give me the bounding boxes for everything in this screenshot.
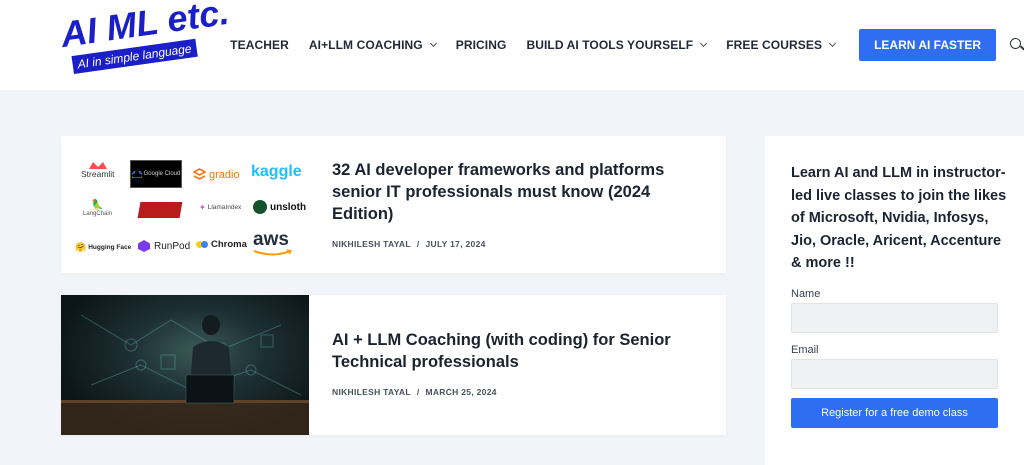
runpod-logo-text: RunPod <box>154 240 191 252</box>
red-brand-logo <box>137 202 183 218</box>
chevron-down-icon <box>429 39 437 48</box>
streamlit-logo: Streamlit <box>81 160 115 179</box>
aws-logo: aws <box>253 230 293 257</box>
email-label: Email <box>791 344 819 356</box>
google-cloud-logo-text: Google Cloud <box>143 171 181 177</box>
chevron-down-icon <box>700 39 708 48</box>
post-card: AI + LLM Coaching (with coding) for Seni… <box>61 295 726 435</box>
hugging-face-logo: 🤗 Hugging Face <box>75 242 131 253</box>
nav-free-courses-label: FREE COURSES <box>726 38 823 52</box>
nav-teacher[interactable]: TEACHER <box>230 38 289 52</box>
unsloth-logo-text: unsloth <box>270 201 307 213</box>
streamlit-logo-text: Streamlit <box>81 169 115 179</box>
nav-ai-llm-coaching[interactable]: AI+LLM COACHING <box>308 38 437 52</box>
nav-pricing-label: PRICING <box>455 38 507 52</box>
post-author[interactable]: NIKHILESH TAYAL <box>332 239 411 249</box>
name-label: Name <box>791 288 821 300</box>
hugging-face-logo-text: Hugging Face <box>88 244 132 251</box>
llamaindex-logo-text: LlamaIndex <box>207 204 242 211</box>
search-icon[interactable] <box>1010 38 1024 52</box>
kaggle-logo-text: kaggle <box>251 163 302 180</box>
nav-free-courses[interactable]: FREE COURSES <box>726 38 837 52</box>
post-date: JULY 17, 2024 <box>425 239 486 249</box>
post-meta: NIKHILESH TAYAL / MARCH 25, 2024 <box>332 387 696 397</box>
name-input[interactable] <box>791 303 998 333</box>
tech-network-illustration <box>61 314 309 435</box>
main-nav: TEACHER AI+LLM COACHING PRICING BUILD AI… <box>230 29 1024 61</box>
kaggle-logo: kaggle <box>251 163 302 181</box>
aws-logo-text: aws <box>253 229 289 250</box>
post-card: Streamlit Google Cloud gradio kaggle 🦜 L… <box>61 136 726 273</box>
chevron-down-icon <box>829 39 837 48</box>
nav-pricing[interactable]: PRICING <box>456 38 507 52</box>
chroma-icon-blue <box>201 241 208 248</box>
post-author[interactable]: NIKHILESH TAYAL <box>332 387 411 397</box>
site-logo[interactable]: AI ML etc. AI in simple language <box>58 0 232 80</box>
nav-build-ai-tools[interactable]: BUILD AI TOOLS YOURSELF <box>526 38 708 52</box>
langchain-logo: 🦜 LangChain <box>83 200 112 217</box>
meta-separator: / <box>416 239 420 249</box>
runpod-logo: RunPod <box>137 239 190 253</box>
meta-separator: / <box>416 387 420 397</box>
hugging-face-icon: 🤗 <box>75 242 87 252</box>
langchain-logo-text: LangChain <box>83 211 113 217</box>
email-input[interactable] <box>791 359 998 389</box>
post-date: MARCH 25, 2024 <box>425 387 497 397</box>
nav-teacher-label: TEACHER <box>230 38 289 52</box>
parrot-icon: 🦜 <box>91 200 104 211</box>
sloth-icon <box>253 200 267 214</box>
llamaindex-logo: ✦ LlamaIndex <box>199 203 241 212</box>
learn-ai-faster-button[interactable]: LEARN AI FASTER <box>859 29 996 61</box>
gradio-logo: gradio <box>193 168 240 181</box>
google-cloud-logo: Google Cloud <box>130 160 182 188</box>
register-button[interactable]: Register for a free demo class <box>791 398 998 428</box>
unsloth-logo: unsloth <box>253 200 306 214</box>
post-thumbnail-logos[interactable]: Streamlit Google Cloud gradio kaggle 🦜 L… <box>61 136 309 273</box>
site-header: AI ML etc. AI in simple language TEACHER… <box>0 0 1024 90</box>
post-meta: NIKHILESH TAYAL / JULY 17, 2024 <box>332 239 696 249</box>
chroma-logo: Chroma <box>196 239 247 250</box>
post-thumbnail-image[interactable] <box>61 295 309 435</box>
nav-build-ai-tools-label: BUILD AI TOOLS YOURSELF <box>526 38 694 52</box>
gradio-logo-text: gradio <box>209 168 240 181</box>
post-title[interactable]: 32 AI developer frameworks and platforms… <box>332 159 696 225</box>
signup-heading: Learn AI and LLM in instructor-led live … <box>791 165 1007 271</box>
post-title[interactable]: AI + LLM Coaching (with coding) for Seni… <box>332 329 696 373</box>
signup-widget: Learn AI and LLM in instructor-led live … <box>765 136 1024 465</box>
chroma-logo-text: Chroma <box>211 239 247 250</box>
nav-ai-llm-coaching-label: AI+LLM COACHING <box>308 38 423 52</box>
llama-icon: ✦ <box>199 203 206 212</box>
